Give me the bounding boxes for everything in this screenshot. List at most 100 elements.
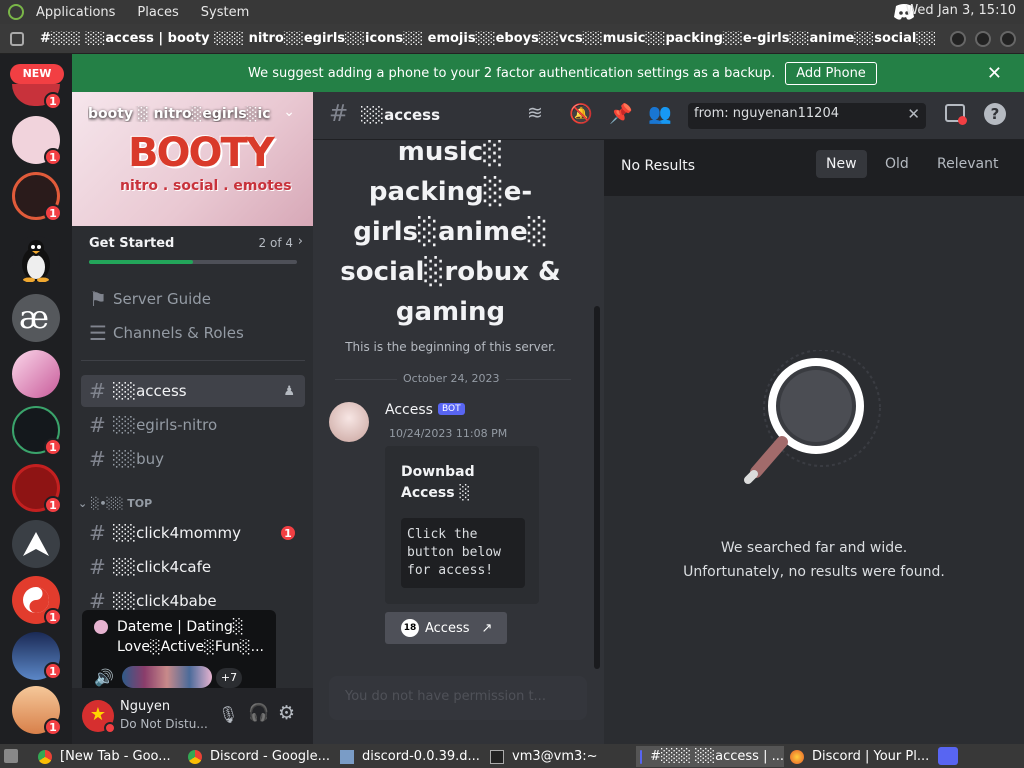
chat-area: music░ packing░e- girls░anime░ social░ro… [313,92,604,744]
search-query: from: nguyenan11204 [694,106,839,121]
author-name[interactable]: Access [385,402,433,418]
clock[interactable]: Wed Jan 3, 15:10 [905,3,1016,18]
microphone-icon[interactable]: 🎙 [218,705,238,724]
tooltip-line2: Love░Active░Fun░... [117,639,265,655]
channel-egirls-nitro[interactable]: # ░░egirls-nitro [81,409,305,441]
mention-badge: 1 [279,524,297,542]
channel-access[interactable]: # ░░access ♟ [81,375,305,407]
new-badge[interactable]: NEW [10,64,64,84]
threads-icon[interactable]: ≋ [527,102,543,124]
channel-click4cafe[interactable]: # ░░click4cafe [81,551,305,583]
mountain-icon [23,532,49,556]
server-icon[interactable] [12,520,60,568]
channels-roles-item[interactable]: ☰ Channels & Roles [81,317,305,349]
sort-new-tab[interactable]: New [816,150,867,178]
menu-places[interactable]: Places [137,5,178,20]
server-name[interactable]: booty ░ nitro░egirls░ic [88,106,298,122]
magnifier-illustration-icon [744,350,881,484]
headphones-icon[interactable]: 🎧 [248,703,269,723]
hash-icon: # [89,379,106,403]
empty-line: Unfortunately, no results were found. [683,564,945,580]
category-top[interactable]: ⌄ ░•░░ TOP [78,497,152,510]
taskbar-label: [New Tab - Goo... [60,749,171,764]
add-phone-button[interactable]: Add Phone [785,61,877,85]
close-notice-icon[interactable]: ✕ [987,63,1002,84]
taskbar-item[interactable]: Discord - Google... [188,746,333,767]
taskbar-label: vm3@vm3:~ [512,749,598,764]
server-badge: 1 [44,148,62,166]
access-button[interactable]: 18 Access ↗ [385,612,507,644]
server-guide-item[interactable]: ⚑ Server Guide [81,283,305,315]
server-icon-small [94,620,108,634]
search-results-header: No Results New Old Relevant [604,140,1024,196]
channel-name: ░░click4cafe [113,558,212,576]
notification-bell-icon[interactable]: 🔕 [569,102,593,125]
message-timestamp: 10/24/2023 11:08 PM [389,427,508,440]
signpost-icon: ⚑ [89,287,107,311]
embed-title: Downbad Access ░ [401,464,475,501]
close-window-button[interactable] [1000,31,1016,47]
taskbar-item[interactable]: Discord | Your Pl... [790,746,930,767]
ae-logo-icon: æ [19,303,49,333]
sort-relevant-tab[interactable]: Relevant [937,156,998,172]
menu-applications[interactable]: Applications [36,5,115,20]
chevron-right-icon[interactable]: › [298,234,303,249]
server-tooltip: Dateme | Dating░ Love░Active░Fun░... 🔊 +… [82,610,276,698]
minimize-button[interactable] [950,31,966,47]
hash-icon: # [89,413,106,437]
taskbar-item-active[interactable]: #░░░ ░░access | ... [636,746,784,767]
terminal-icon [490,749,504,764]
progress-count[interactable]: 2 of 4 [259,236,293,250]
pin-icon[interactable]: 📌 [609,102,633,125]
external-link-icon: ↗ [481,620,493,636]
scrollbar[interactable] [594,306,600,669]
system-top-bar: Applications Places System Wed Jan 3, 15… [0,0,1024,24]
taskbar-item[interactable]: discord-0.0.39.d... [340,746,480,767]
code-line: Click the [407,527,478,542]
divider [81,360,305,361]
hash-icon: # [89,555,106,579]
channel-click4mommy[interactable]: # ░░click4mommy 1 [81,517,305,549]
server-icon[interactable] [12,350,60,398]
welcome-line: packing░e- [368,177,533,207]
clear-search-icon[interactable]: ✕ [907,105,920,123]
author-avatar[interactable] [329,402,369,442]
server-banner[interactable]: booty ░ nitro░egirls░ic ⌄ BOOTY nitro . … [72,92,313,226]
get-started-label[interactable]: Get Started [89,236,174,251]
banner-title: BOOTY [128,130,275,176]
beginning-text: This is the beginning of this server. [345,340,556,354]
help-icon[interactable]: ? [984,103,1006,125]
channel-buy[interactable]: # ░░buy [81,443,305,475]
discord-tray-icon[interactable] [938,747,958,765]
inbox-unread-dot [958,116,967,125]
taskbar-item[interactable]: vm3@vm3:~ [490,746,630,767]
username[interactable]: Nguyen [120,699,170,714]
search-input[interactable]: from: nguyenan11204 ✕ [688,103,926,129]
empty-state-text: We searched far and wide. Unfortunately,… [604,536,1024,584]
speaker-icon: 🔊 [94,668,114,687]
message-input[interactable]: You do not have permission t... [329,676,587,720]
menu-system[interactable]: System [201,5,249,20]
gear-icon[interactable]: ⚙ [278,702,295,724]
chevron-down-icon[interactable]: ⌄ [283,104,295,120]
welcome-line: girls░anime░ [353,217,548,247]
show-desktop-icon[interactable] [4,749,18,763]
server-icon[interactable] [12,236,60,284]
server-icon[interactable]: æ [12,294,60,342]
firefox-icon [790,749,804,764]
progress-fill [89,260,193,264]
server-guide-label: Server Guide [113,290,212,308]
dnd-status-icon [104,722,116,734]
no-results-label: No Results [621,158,696,174]
discord-icon [640,749,643,764]
applications-icon[interactable] [8,4,24,20]
window-menu-icon[interactable] [10,32,24,46]
taskbar-label: Discord | Your Pl... [812,749,930,764]
taskbar-item[interactable]: [New Tab - Goo... [38,746,178,767]
window-title: #░░░ ░░access | booty ░░░ nitro░░egirls░… [40,31,935,46]
sort-old-tab[interactable]: Old [885,156,909,172]
taskbar-label: #░░░ ░░access | ... [650,749,784,764]
maximize-button[interactable] [975,31,991,47]
members-icon[interactable]: 👥 [648,102,672,125]
add-user-icon[interactable]: ♟ [283,384,295,399]
